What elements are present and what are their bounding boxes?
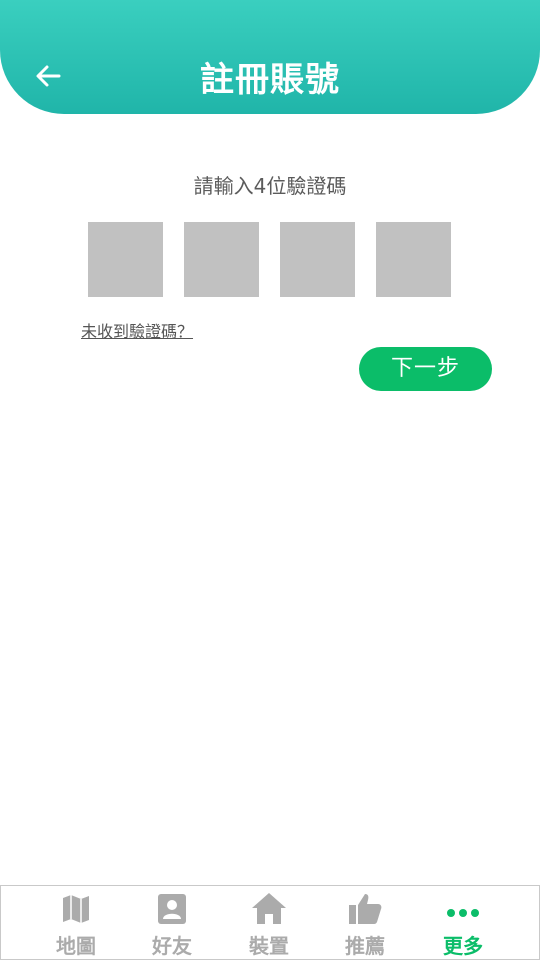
app-header: 註冊賬號 [0, 0, 540, 114]
page-title: 註冊賬號 [200, 60, 340, 100]
code-digit-1[interactable] [88, 222, 163, 297]
tab-more[interactable]: 更多 [415, 886, 511, 959]
more-dots-icon [447, 909, 479, 917]
tab-label: 好友 [152, 934, 192, 958]
tab-map[interactable]: 地圖 [28, 886, 124, 959]
tab-label: 推薦 [345, 934, 385, 958]
home-icon [252, 893, 286, 924]
code-digit-3[interactable] [280, 222, 355, 297]
code-input-row [88, 222, 451, 297]
bottom-tab-bar: 地圖 好友 裝置 推薦 更多 [0, 885, 540, 960]
tab-label: 裝置 [249, 934, 289, 958]
next-button[interactable]: 下一步 [359, 347, 492, 391]
tab-friends[interactable]: 好友 [124, 886, 220, 959]
map-icon [63, 895, 89, 923]
thumbs-up-icon [349, 894, 382, 924]
verification-prompt: 請輸入4位驗證碼 [193, 174, 347, 198]
contact-icon [158, 894, 186, 924]
tab-recommend[interactable]: 推薦 [317, 886, 413, 959]
code-digit-4[interactable] [376, 222, 451, 297]
tab-label: 更多 [443, 934, 483, 958]
resend-code-link[interactable]: 未收到驗證碼？ [81, 318, 193, 342]
tab-devices[interactable]: 裝置 [221, 886, 317, 959]
tab-label: 地圖 [56, 934, 96, 958]
code-digit-2[interactable] [184, 222, 259, 297]
